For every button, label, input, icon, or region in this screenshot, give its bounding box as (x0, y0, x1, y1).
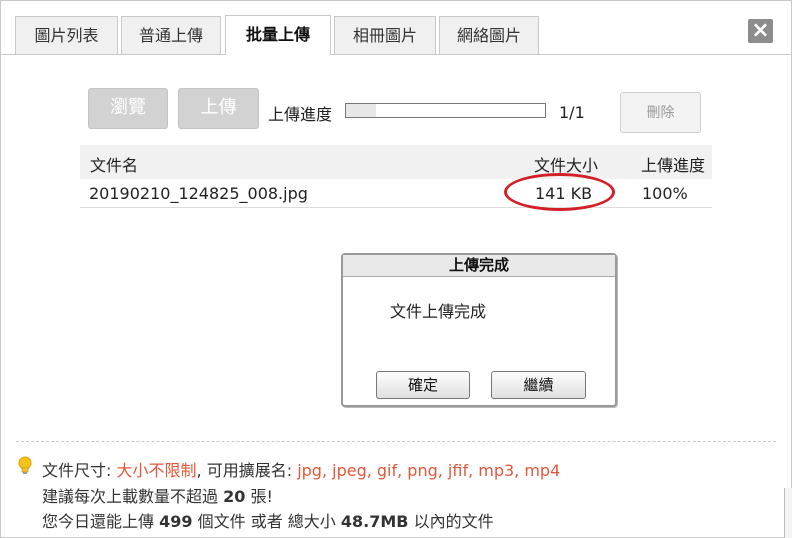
info-quota-count: 499 (159, 512, 193, 531)
delete-button[interactable]: 刪除 (620, 92, 701, 133)
continue-button[interactable]: 繼續 (491, 371, 586, 399)
tab-batch-upload[interactable]: 批量上傳 (225, 15, 331, 55)
progress-label: 上傳進度 (268, 105, 333, 124)
info-limit-suffix: 張! (250, 487, 273, 506)
info-quota-suffix: 以內的文件 (413, 512, 494, 531)
tab-image-list[interactable]: 圖片列表 (15, 16, 118, 54)
row-progress: 100% (642, 184, 688, 203)
info-quota-mid: 個文件 或者 總大小 (197, 512, 336, 531)
divider (16, 441, 776, 442)
header-progress: 上傳進度 (641, 156, 706, 175)
lightbulb-icon (18, 456, 32, 474)
info-quota-size: 48.7MB (340, 512, 409, 531)
progress-count: 1/1 (559, 103, 585, 122)
info-limit-count: 20 (223, 487, 246, 506)
info-limit-label: 建議每次上載數量不超過 (42, 487, 219, 506)
progress-bar (345, 103, 546, 118)
info-size-label: 文件尺寸: (42, 461, 112, 480)
ok-button[interactable]: 確定 (376, 371, 470, 399)
info-line-size-ext: 文件尺寸: 大小不限制, 可用擴展名: jpg, jpeg, gif, png,… (42, 457, 560, 481)
dialog-title: 上傳完成 (343, 255, 615, 277)
annotation-circle (504, 173, 615, 211)
tab-web-images[interactable]: 網絡圖片 (439, 16, 539, 54)
info-ext-value: jpg, jpeg, gif, png, jfif, mp3, mp4 (297, 461, 561, 480)
dialog-message: 文件上傳完成 (390, 302, 487, 321)
info-size-value: 大小不限制 (116, 461, 197, 480)
info-line-limit: 建議每次上載數量不超過 20 張! (42, 483, 273, 507)
tab-normal-upload[interactable]: 普通上傳 (121, 16, 221, 54)
upload-complete-dialog: 上傳完成 文件上傳完成 確定 繼續 (341, 253, 617, 407)
tab-bar: 圖片列表 普通上傳 批量上傳 相冊圖片 網絡圖片 (0, 0, 792, 55)
info-quota-label: 您今日還能上傳 (42, 512, 155, 531)
header-filename: 文件名 (90, 156, 139, 175)
table-row: 20190210_124825_008.jpg 141 KB 100% (80, 179, 712, 208)
progress-fill (346, 104, 376, 117)
browse-button[interactable]: 瀏覽 (88, 88, 168, 129)
info-line-quota: 您今日還能上傳 499 個文件 或者 總大小 48.7MB 以內的文件 (42, 508, 494, 532)
file-table-header: 文件名 文件大小 上傳進度 (80, 145, 712, 179)
info-ext-label: , 可用擴展名: (196, 461, 293, 480)
tab-album-images[interactable]: 相冊圖片 (334, 16, 436, 54)
row-filename: 20190210_124825_008.jpg (89, 184, 308, 203)
window-edge (784, 488, 792, 538)
close-icon[interactable]: × (748, 19, 773, 43)
upload-button[interactable]: 上傳 (178, 88, 259, 129)
